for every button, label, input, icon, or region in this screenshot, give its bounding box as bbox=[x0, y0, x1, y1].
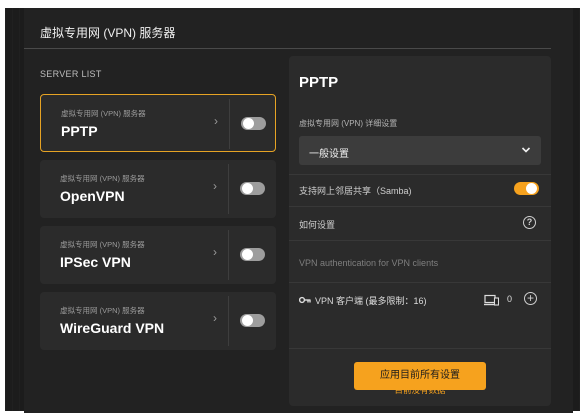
server-toggle-pptp[interactable] bbox=[241, 117, 266, 130]
server-card-name: PPTP bbox=[61, 123, 98, 139]
chevron-down-icon bbox=[521, 147, 531, 153]
server-card-subtitle: 虚拟专用网 (VPN) 服务器 bbox=[60, 240, 145, 249]
samba-label: 支持网上邻居共享（Samba) bbox=[299, 186, 412, 196]
server-card-name: OpenVPN bbox=[60, 188, 125, 204]
row-divider bbox=[289, 240, 551, 241]
server-card-ipsec[interactable]: 虚拟专用网 (VPN) 服务器 IPSec VPN › bbox=[40, 226, 276, 284]
help-icon[interactable]: ? bbox=[523, 216, 536, 229]
detail-settings-label: 虚拟专用网 (VPN) 详细设置 bbox=[299, 119, 398, 128]
server-card-openvpn[interactable]: 虚拟专用网 (VPN) 服务器 OpenVPN › bbox=[40, 160, 276, 218]
row-divider bbox=[289, 174, 551, 175]
detail-title: PPTP bbox=[299, 74, 339, 91]
settings-select[interactable]: 一般设置 bbox=[299, 136, 541, 165]
server-card-name: IPSec VPN bbox=[60, 254, 131, 270]
server-card-subtitle: 虚拟专用网 (VPN) 服务器 bbox=[61, 109, 146, 118]
chevron-right-icon[interactable]: › bbox=[213, 179, 217, 193]
toggle-knob bbox=[242, 315, 253, 326]
server-card-pptp[interactable]: 虚拟专用网 (VPN) 服务器 PPTP › bbox=[40, 94, 276, 152]
toggle-knob bbox=[526, 183, 537, 194]
client-count: 0 bbox=[507, 294, 513, 304]
server-card-wireguard[interactable]: 虚拟专用网 (VPN) 服务器 WireGuard VPN › bbox=[40, 292, 276, 350]
howto-label: 如何设置 bbox=[299, 220, 336, 230]
title-divider bbox=[24, 48, 551, 49]
chevron-right-icon[interactable]: › bbox=[213, 245, 217, 259]
server-toggle-wireguard[interactable] bbox=[240, 314, 265, 327]
devices-icon bbox=[484, 294, 499, 306]
page-title: 虚拟专用网 (VPN) 服务器 bbox=[40, 26, 176, 40]
chevron-right-icon[interactable]: › bbox=[213, 311, 217, 325]
chevron-right-icon[interactable]: › bbox=[214, 114, 218, 128]
toggle-knob bbox=[242, 183, 253, 194]
card-divider bbox=[228, 230, 229, 280]
toggle-knob bbox=[242, 249, 253, 260]
server-list-label: SERVER LIST bbox=[40, 69, 102, 79]
clients-label: VPN 客户端 (最多限制：16) bbox=[315, 296, 427, 306]
auth-label: VPN authentication for VPN clients bbox=[299, 258, 439, 268]
server-card-subtitle: 虚拟专用网 (VPN) 服务器 bbox=[60, 174, 145, 183]
toggle-knob bbox=[243, 118, 254, 129]
add-client-icon[interactable]: + bbox=[524, 292, 537, 305]
server-card-subtitle: 虚拟专用网 (VPN) 服务器 bbox=[60, 306, 145, 315]
server-detail-panel: 目前没有数据 bbox=[289, 56, 551, 406]
row-divider bbox=[289, 282, 551, 283]
row-divider bbox=[289, 206, 551, 207]
apply-settings-button[interactable]: 应用目前所有设置 bbox=[354, 362, 486, 390]
server-toggle-ipsec[interactable] bbox=[240, 248, 265, 261]
card-divider bbox=[228, 164, 229, 214]
server-card-name: WireGuard VPN bbox=[60, 320, 165, 336]
card-divider bbox=[228, 296, 229, 346]
key-icon bbox=[299, 296, 311, 304]
card-divider bbox=[229, 99, 230, 149]
server-toggle-openvpn[interactable] bbox=[240, 182, 265, 195]
settings-select-value: 一般设置 bbox=[309, 149, 349, 160]
row-divider bbox=[289, 348, 551, 349]
samba-toggle[interactable] bbox=[514, 182, 539, 195]
